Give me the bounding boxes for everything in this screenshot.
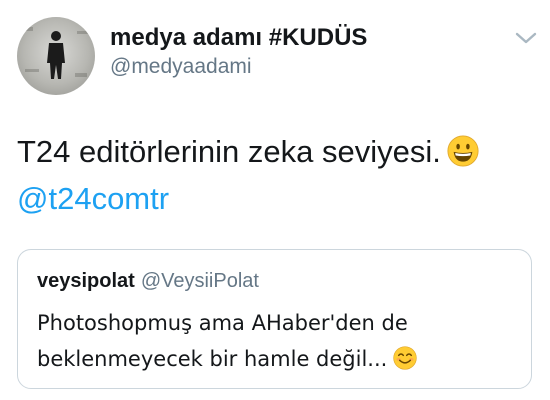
tweet-text-content: T24 editörlerinin zeka seviyesi. (17, 134, 441, 169)
avatar[interactable] (17, 17, 95, 95)
mention-link[interactable]: @t24comtr (17, 175, 479, 222)
chevron-down-icon[interactable] (514, 30, 538, 46)
quoted-username-handle: @VeysiiPolat (140, 270, 259, 292)
tweet-text: T24 editörlerinin zeka seviyesi. @t24com… (17, 128, 479, 222)
quoted-tweet-header: veysipolat @VeysiiPolat (37, 270, 259, 293)
quoted-text-line-2-wrap: beklenmeyecek bir hamle değil... (37, 341, 417, 377)
tweet-card: medya adamı #KUDÜS @medyaadami T24 editö… (0, 0, 550, 400)
quoted-display-name: veysipolat (37, 270, 135, 292)
quoted-text-line-1: Photoshopmuş ama AHaber'den de (37, 311, 408, 335)
username-handle[interactable]: @medyaadami (110, 55, 252, 79)
quoted-tweet[interactable]: veysipolat @VeysiiPolat Photoshopmuş ama … (17, 249, 532, 389)
quoted-text-line-2: beklenmeyecek bir hamle değil... (37, 347, 388, 371)
quoted-tweet-text: Photoshopmuş ama AHaber'den de beklenmey… (37, 305, 417, 377)
smiling-face-icon (393, 346, 417, 370)
grinning-face-icon (447, 135, 479, 167)
display-name[interactable]: medya adamı #KUDÜS (110, 24, 367, 52)
tweet-text-line: T24 editörlerinin zeka seviyesi. (17, 128, 479, 175)
avatar-image (23, 27, 89, 79)
